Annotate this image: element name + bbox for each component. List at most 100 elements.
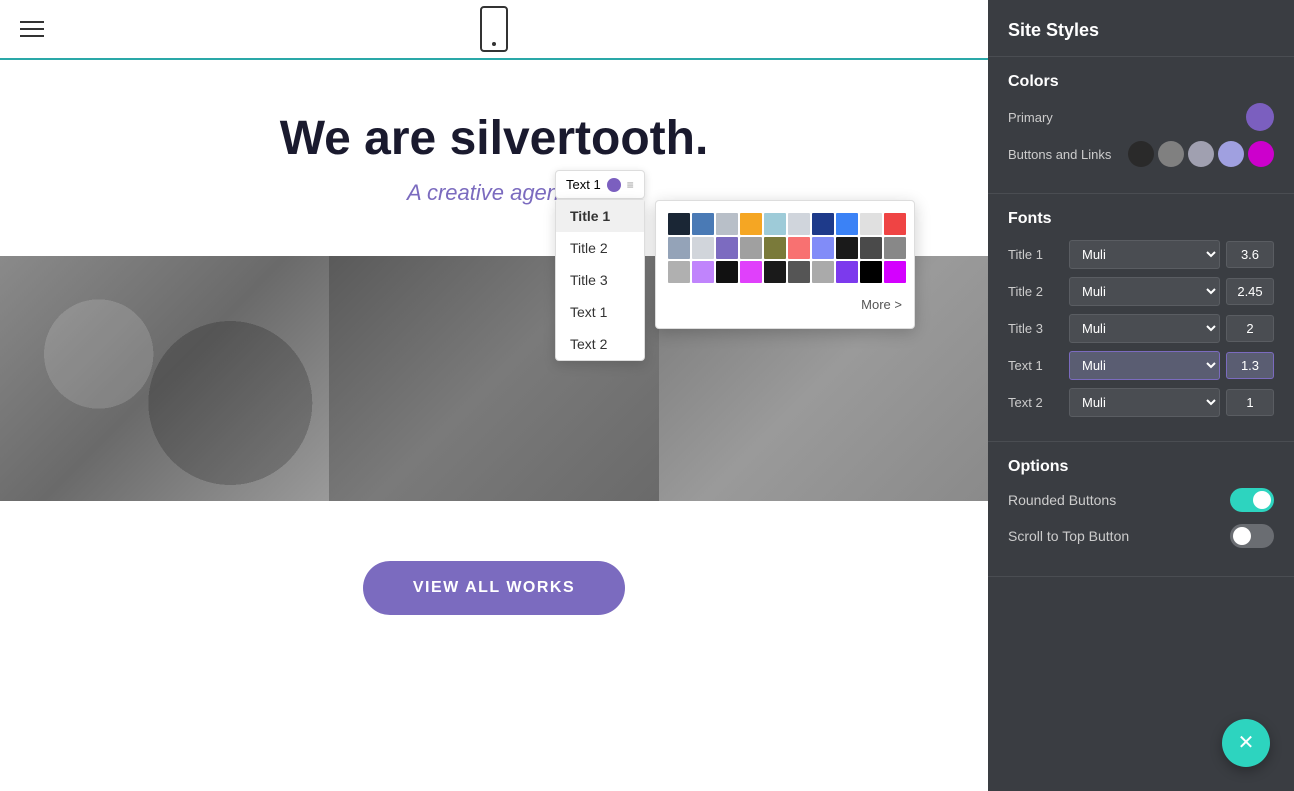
hamburger-menu[interactable] <box>20 21 44 37</box>
dropdown-item-text2[interactable]: Text 2 <box>556 328 644 360</box>
option-row-scroll-to-top-button: Scroll to Top Button <box>1008 524 1274 548</box>
sidebar-title: Site Styles <box>988 0 1294 57</box>
btn-link-color-gray[interactable] <box>1158 141 1184 167</box>
primary-color-label: Primary <box>1008 110 1053 125</box>
btn-link-color-magenta[interactable] <box>1248 141 1274 167</box>
fonts-section-title: Fonts <box>1008 210 1274 228</box>
close-fab-button[interactable]: ✕ <box>1222 719 1270 767</box>
hero-title: We are silvertooth. <box>20 110 968 168</box>
color-swatch[interactable] <box>716 261 738 283</box>
dropdown-item-title3[interactable]: Title 3 <box>556 264 644 296</box>
font-row-label: Text 2 <box>1008 395 1063 410</box>
font-row-text-1: Text 1 Muli <box>1008 351 1274 380</box>
color-swatch[interactable] <box>836 237 858 259</box>
primary-color-row: Primary <box>1008 103 1274 131</box>
color-swatch[interactable] <box>764 261 786 283</box>
color-swatch[interactable] <box>836 261 858 283</box>
color-swatch[interactable] <box>692 261 714 283</box>
color-swatch[interactable] <box>812 213 834 235</box>
fonts-section: Fonts Title 1MuliTitle 2MuliTitle 3MuliT… <box>988 194 1294 442</box>
btn-link-color-lavender[interactable] <box>1218 141 1244 167</box>
color-swatch[interactable] <box>788 261 810 283</box>
dropdown-item-title2[interactable]: Title 2 <box>556 232 644 264</box>
close-icon: ✕ <box>1238 733 1255 753</box>
font-select-title-1[interactable]: Muli <box>1069 240 1220 269</box>
image-1 <box>0 256 329 501</box>
site-styles-sidebar: Site Styles Colors Primary Buttons and L… <box>988 0 1294 791</box>
option-label: Scroll to Top Button <box>1008 528 1129 544</box>
cta-area: VIEW ALL WORKS <box>0 501 988 635</box>
color-swatch[interactable] <box>716 237 738 259</box>
dropdown-divider-icon: ≡ <box>627 178 634 192</box>
color-swatch[interactable] <box>836 213 858 235</box>
color-swatch[interactable] <box>812 261 834 283</box>
dropdown-trigger-label: Text 1 <box>566 177 601 192</box>
top-bar <box>0 0 988 60</box>
color-grid <box>668 213 902 283</box>
btn-link-color-dark[interactable] <box>1128 141 1154 167</box>
dropdown-menu: Title 1 Title 2 Title 3 Text 1 Text 2 <box>555 199 645 361</box>
color-swatch[interactable] <box>860 213 882 235</box>
color-swatch[interactable] <box>860 261 882 283</box>
color-swatch[interactable] <box>740 261 762 283</box>
btn-link-colors <box>1128 141 1274 167</box>
color-swatch[interactable] <box>884 213 906 235</box>
toggle-rounded-buttons[interactable] <box>1230 488 1274 512</box>
font-size-title-2[interactable] <box>1226 278 1274 305</box>
color-swatch[interactable] <box>884 261 906 283</box>
font-row-title-3: Title 3 Muli <box>1008 314 1274 343</box>
primary-color-button[interactable] <box>1246 103 1274 131</box>
font-row-label: Title 3 <box>1008 321 1063 336</box>
color-swatch[interactable] <box>692 213 714 235</box>
font-select-text-1[interactable]: Muli <box>1069 351 1220 380</box>
color-swatch[interactable] <box>788 237 810 259</box>
color-swatch[interactable] <box>668 237 690 259</box>
btn-link-color-light-gray[interactable] <box>1188 141 1214 167</box>
font-size-title-1[interactable] <box>1226 241 1274 268</box>
trigger-color-dot <box>607 178 621 192</box>
font-size-text-2[interactable] <box>1226 389 1274 416</box>
mobile-preview-icon[interactable] <box>480 6 508 52</box>
font-select-title-2[interactable]: Muli <box>1069 277 1220 306</box>
color-swatch[interactable] <box>668 213 690 235</box>
option-label: Rounded Buttons <box>1008 492 1116 508</box>
options-section: Options Rounded Buttons Scroll to Top But… <box>988 442 1294 577</box>
dropdown-item-text1[interactable]: Text 1 <box>556 296 644 328</box>
dropdown-trigger[interactable]: Text 1 ≡ <box>555 170 645 199</box>
font-row-label: Title 1 <box>1008 247 1063 262</box>
color-swatch[interactable] <box>860 237 882 259</box>
font-size-title-3[interactable] <box>1226 315 1274 342</box>
color-swatch[interactable] <box>668 261 690 283</box>
font-row-label: Text 1 <box>1008 358 1063 373</box>
color-swatch[interactable] <box>764 237 786 259</box>
dropdown-item-title1[interactable]: Title 1 <box>556 200 644 232</box>
toggle-slider <box>1230 524 1274 548</box>
btn-links-label: Buttons and Links <box>1008 147 1111 162</box>
color-swatch[interactable] <box>740 237 762 259</box>
btn-links-row: Buttons and Links <box>1008 141 1274 167</box>
color-swatch[interactable] <box>884 237 906 259</box>
text-style-dropdown: Text 1 ≡ Title 1 Title 2 Title 3 Text 1 … <box>555 170 645 361</box>
color-swatch[interactable] <box>740 213 762 235</box>
color-swatch[interactable] <box>692 237 714 259</box>
font-select-title-3[interactable]: Muli <box>1069 314 1220 343</box>
color-swatch[interactable] <box>764 213 786 235</box>
toggle-scroll-to-top-button[interactable] <box>1230 524 1274 548</box>
font-row-title-2: Title 2 Muli <box>1008 277 1274 306</box>
color-swatch[interactable] <box>812 237 834 259</box>
colors-section-title: Colors <box>1008 73 1274 91</box>
main-content: We are silvertooth. A creative agency VI… <box>0 0 988 791</box>
option-row-rounded-buttons: Rounded Buttons <box>1008 488 1274 512</box>
view-all-works-button[interactable]: VIEW ALL WORKS <box>363 561 625 615</box>
font-row-title-1: Title 1 Muli <box>1008 240 1274 269</box>
colors-section: Colors Primary Buttons and Links <box>988 57 1294 194</box>
color-swatch[interactable] <box>716 213 738 235</box>
color-swatch[interactable] <box>788 213 810 235</box>
options-section-title: Options <box>1008 458 1274 476</box>
more-colors-link[interactable]: More > <box>668 293 902 316</box>
font-row-text-2: Text 2 Muli <box>1008 388 1274 417</box>
font-size-text-1[interactable] <box>1226 352 1274 379</box>
font-select-text-2[interactable]: Muli <box>1069 388 1220 417</box>
font-row-label: Title 2 <box>1008 284 1063 299</box>
color-picker-panel: More > <box>655 200 915 329</box>
